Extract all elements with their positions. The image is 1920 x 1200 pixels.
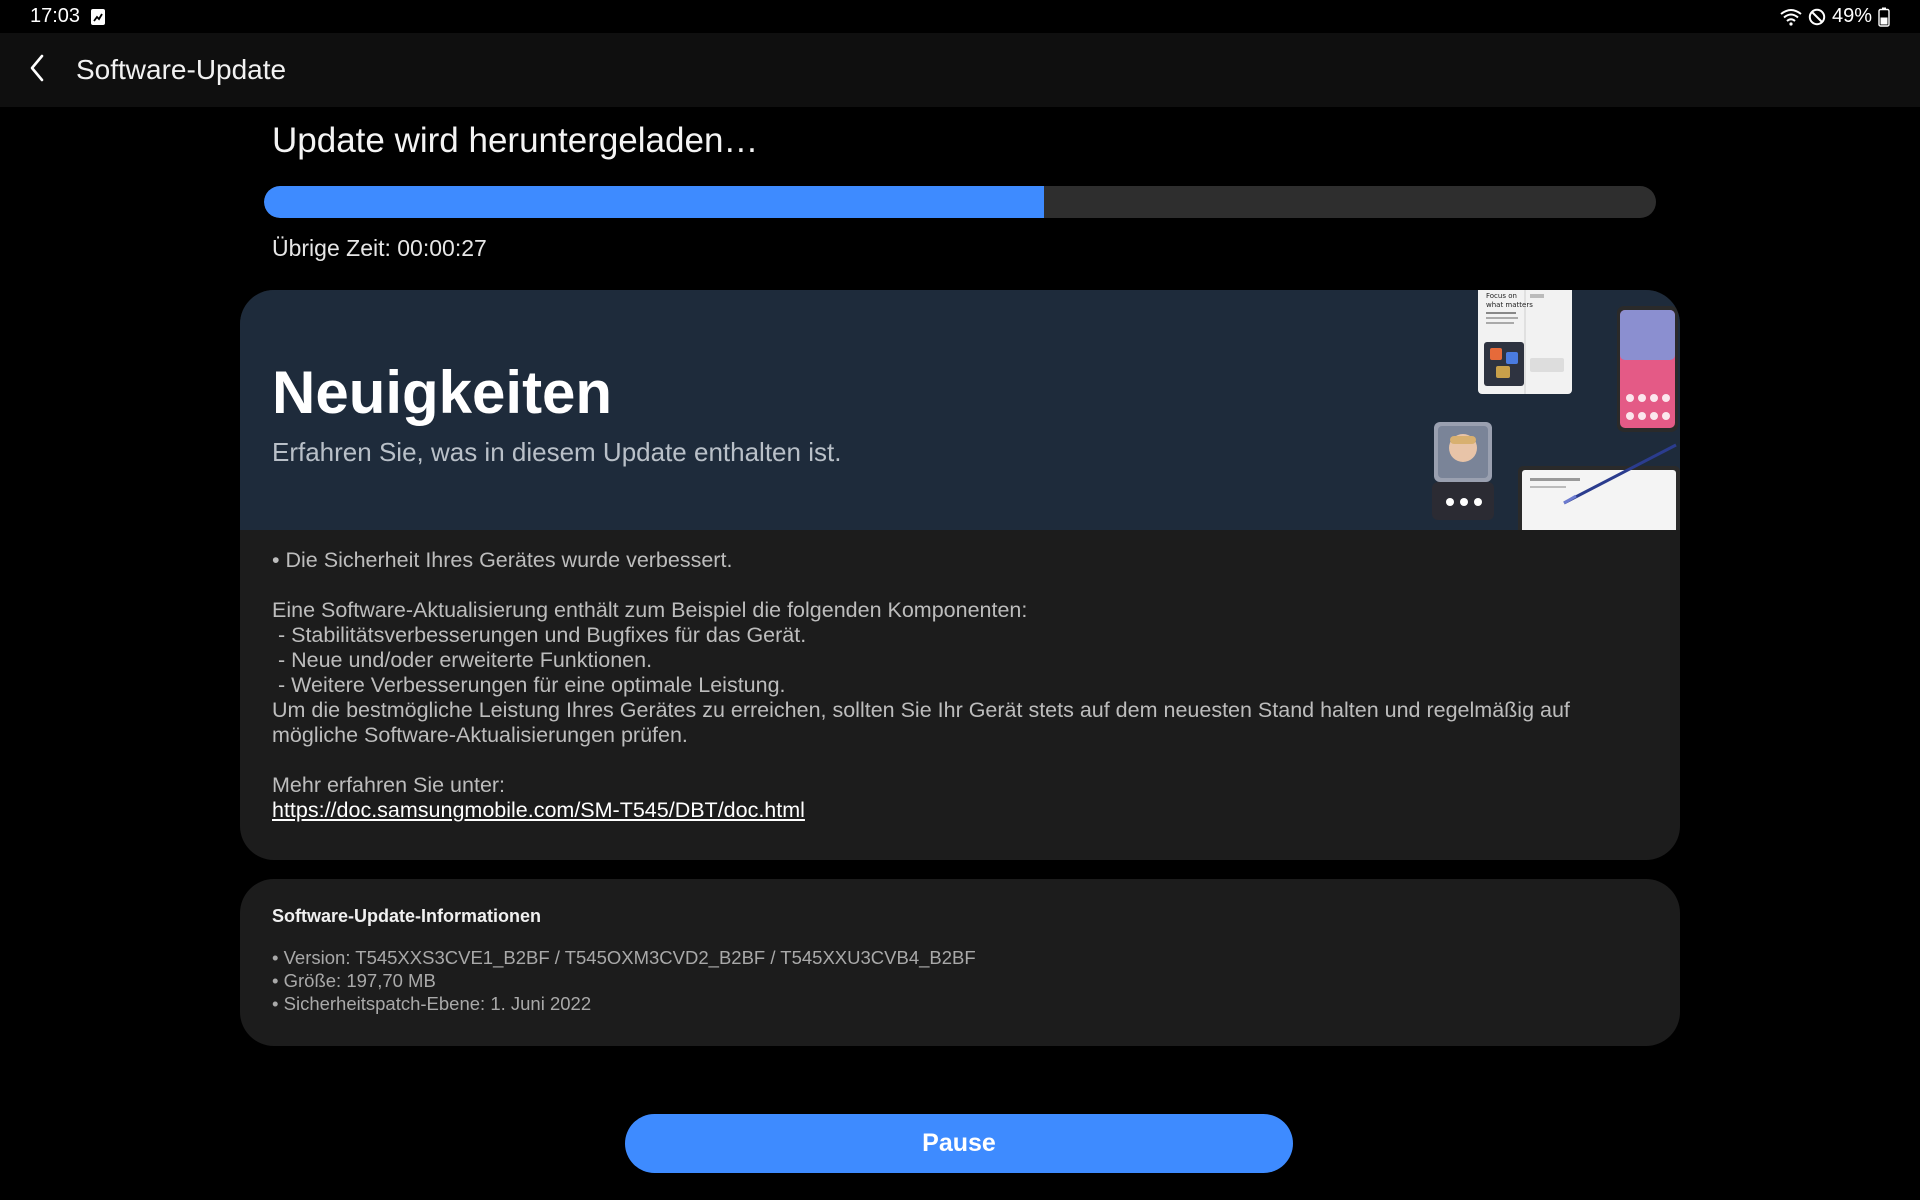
app-bar: Software-Update — [0, 33, 1920, 107]
art-caption-line2: what matters — [1486, 301, 1533, 309]
update-info-title: Software-Update-Informationen — [272, 906, 542, 926]
foldable-device-image: Focus on what matters — [1478, 290, 1572, 394]
component-item: - Stabilitätsverbesserungen und Bugfixes… — [272, 623, 807, 647]
devices-illustration: Focus on what matters — [1432, 290, 1680, 530]
page-title: Software-Update — [76, 54, 287, 85]
status-bar-right: 49% — [1780, 5, 1890, 28]
size-info: • Größe: 197,70 MB — [272, 970, 436, 991]
component-item: - Neue und/oder erweiterte Funktionen. — [272, 648, 653, 672]
pink-phone-image — [1617, 306, 1678, 432]
remaining-time: Übrige Zeit: 00:00:27 — [272, 235, 487, 261]
version-info: • Version: T545XXS3CVE1_B2BF / T545OXM3C… — [272, 947, 976, 968]
do-not-disturb-icon — [1808, 8, 1826, 26]
news-banner: Neuigkeiten Erfahren Sie, was in diesem … — [240, 290, 1680, 530]
update-info-card: Software-Update-Informationen • Version:… — [240, 879, 1680, 1046]
download-progress-bar — [264, 186, 1656, 218]
wifi-icon — [1780, 8, 1802, 26]
component-item: - Weitere Verbesserungen für eine optima… — [272, 673, 786, 697]
tablet-with-pen-image — [1518, 443, 1680, 530]
battery-icon — [1878, 7, 1890, 27]
flip-phone-image — [1432, 422, 1494, 520]
status-bar-left: 17:03 — [30, 5, 106, 28]
status-time: 17:03 — [30, 5, 81, 27]
news-body: • Die Sicherheit Ihres Gerätes wurde ver… — [272, 548, 1652, 823]
art-caption-line1: Focus on — [1486, 292, 1517, 300]
notification-image-icon — [90, 8, 106, 26]
more-info-label: Mehr erfahren Sie unter: — [272, 773, 506, 797]
chevron-left-icon — [28, 54, 46, 87]
status-bar: 17:03 49% — [0, 0, 1920, 33]
update-info-list: • Version: T545XXS3CVE1_B2BF / T545OXM3C… — [272, 946, 976, 1015]
security-note: • Die Sicherheit Ihres Gerätes wurde ver… — [272, 548, 733, 572]
pause-button[interactable]: Pause — [625, 1114, 1293, 1173]
components-intro: Eine Software-Aktualisierung enthält zum… — [272, 598, 1028, 622]
download-status-title: Update wird heruntergeladen… — [272, 121, 759, 160]
advice-text: mögliche Software-Aktualisierungen prüfe… — [272, 723, 688, 747]
download-progress-fill — [264, 186, 1044, 218]
news-card: Neuigkeiten Erfahren Sie, was in diesem … — [240, 290, 1680, 860]
news-title: Neuigkeiten — [272, 359, 613, 426]
security-patch-info: • Sicherheitspatch-Ebene: 1. Juni 2022 — [272, 993, 592, 1014]
news-subtitle: Erfahren Sie, was in diesem Update entha… — [272, 437, 842, 467]
back-button[interactable] — [2, 35, 72, 105]
advice-text: Um die bestmögliche Leistung Ihres Gerät… — [272, 698, 1570, 722]
battery-percent: 49% — [1831, 5, 1872, 27]
more-info-link[interactable]: https://doc.samsungmobile.com/SM-T545/DB… — [272, 798, 805, 822]
